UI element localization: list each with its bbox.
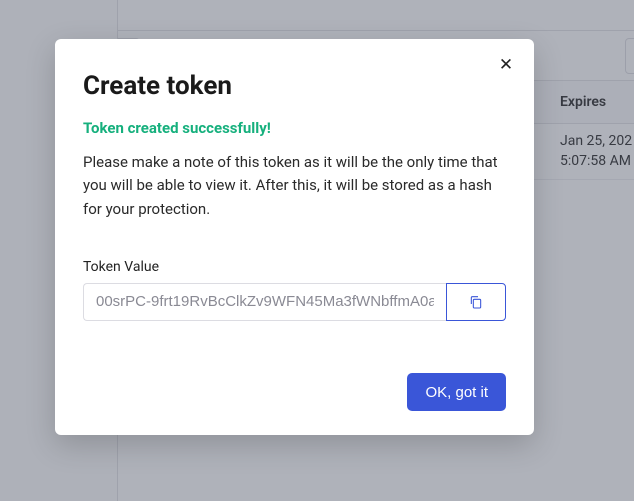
copy-icon [468, 294, 484, 310]
success-message: Token created successfully! [83, 119, 506, 137]
create-token-modal: ✕ Create token Token created successfull… [55, 39, 534, 435]
close-button[interactable]: ✕ [494, 53, 518, 77]
close-icon: ✕ [499, 55, 513, 74]
token-value-label: Token Value [83, 259, 506, 275]
modal-title: Create token [83, 71, 506, 101]
info-message: Please make a note of this token as it w… [83, 151, 506, 221]
token-value-field[interactable] [83, 283, 446, 321]
copy-token-button[interactable] [446, 283, 506, 321]
ok-got-it-button[interactable]: OK, got it [407, 373, 506, 411]
